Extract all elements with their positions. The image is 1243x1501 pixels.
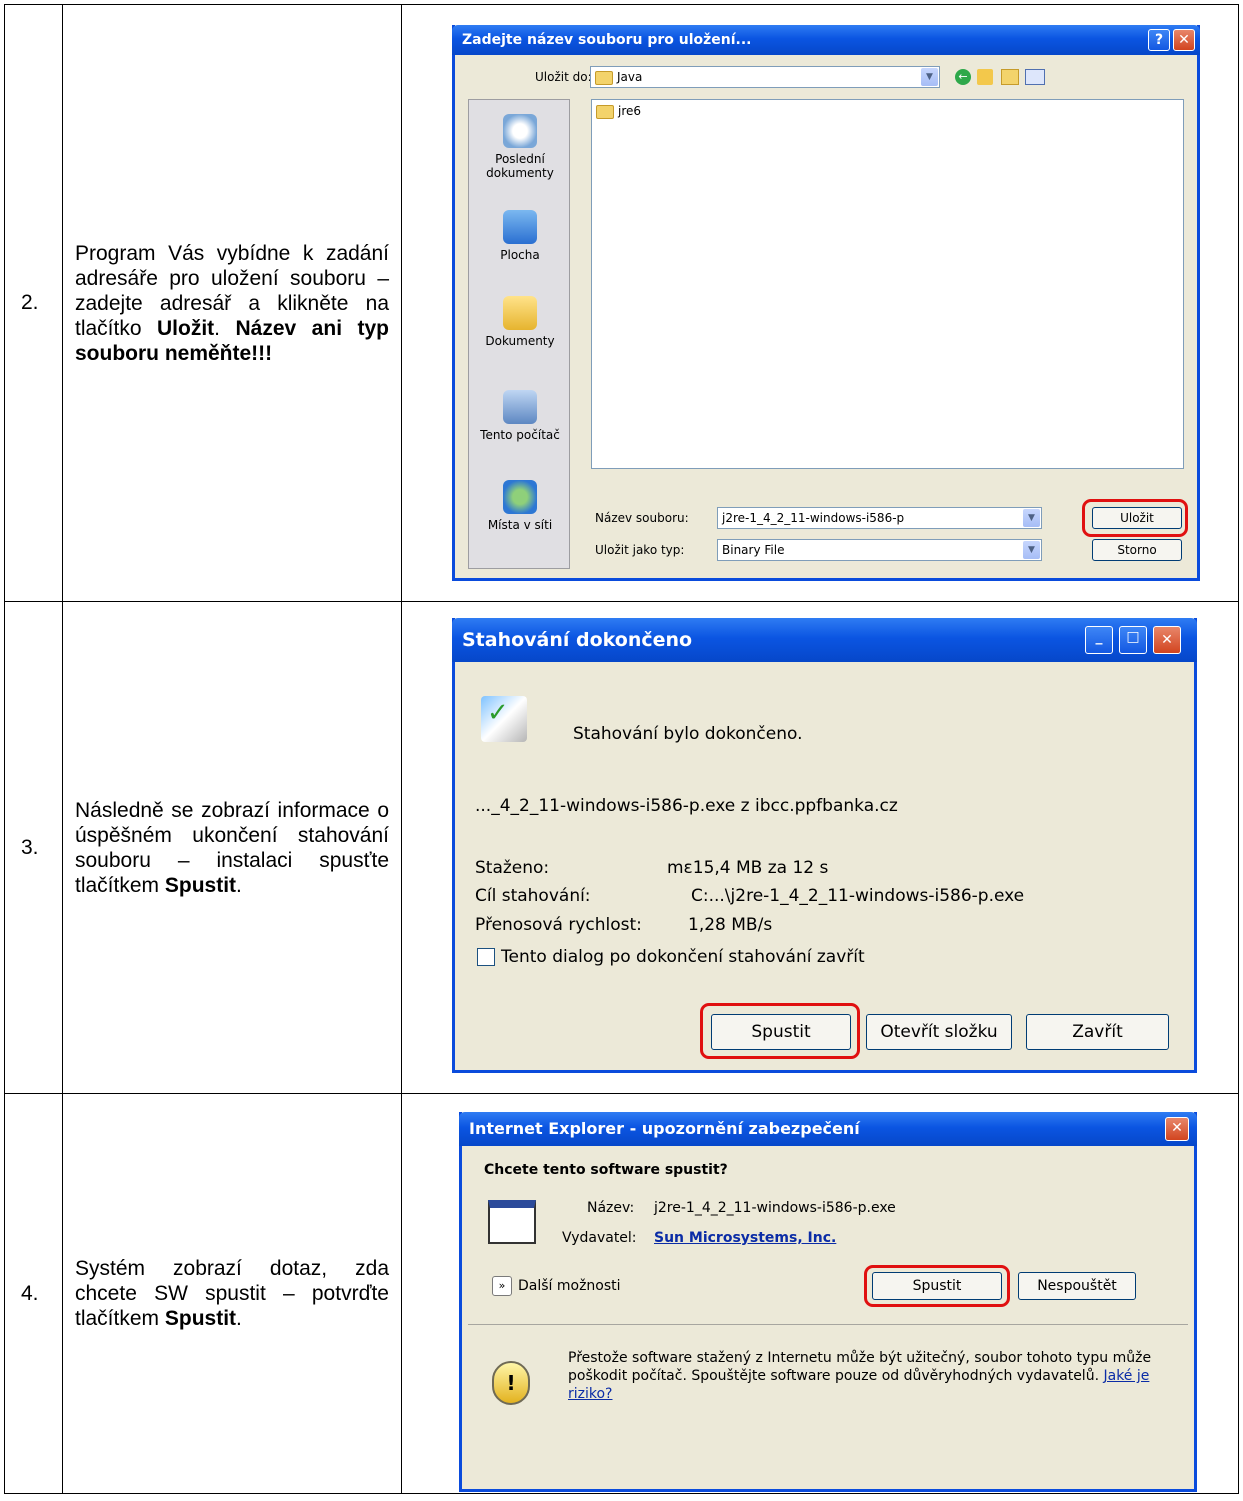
chevron-down-icon: ▼ bbox=[921, 68, 938, 86]
desktop-icon bbox=[503, 210, 537, 244]
instructions-table: 2. Program Vás vybídne k zadání adresáře… bbox=[4, 4, 1239, 1494]
network-icon bbox=[503, 480, 537, 514]
screenshot-cell: Zadejte název souboru pro uložení... ? ✕… bbox=[401, 4, 1239, 602]
table-row: 4. Systém zobrazí dotaz, zda chcete SW s… bbox=[4, 1093, 1239, 1494]
dont-run-button[interactable]: Nespouštět bbox=[1018, 1272, 1136, 1300]
place-documents[interactable]: Dokumenty bbox=[469, 296, 571, 348]
open-folder-button[interactable]: Otevřít složku bbox=[866, 1014, 1012, 1050]
filename-input[interactable]: j2re-1_4_2_11-windows-i586-p ▼ bbox=[717, 507, 1042, 529]
list-item[interactable]: jre6 bbox=[596, 104, 641, 119]
name-label: Název: bbox=[587, 1200, 635, 1216]
publisher-label: Vydavatel: bbox=[562, 1230, 637, 1246]
step-description: Následně se zobrazí informace o úspěšném… bbox=[62, 601, 402, 1094]
close-button[interactable]: ✕ bbox=[1153, 626, 1181, 654]
download-dialog-titlebar: Stahování dokončeno _ □ ✕ bbox=[452, 618, 1197, 662]
dialog-title: Zadejte název souboru pro uložení... bbox=[462, 32, 752, 48]
save-dialog: Zadejte název souboru pro uložení... ? ✕… bbox=[452, 25, 1200, 581]
warning-text: Přestože software stažený z Internetu mů… bbox=[568, 1350, 1152, 1402]
computer-icon bbox=[503, 390, 537, 424]
security-dialog-titlebar: Internet Explorer - upozornění zabezpeče… bbox=[459, 1112, 1197, 1146]
filetype-select[interactable]: Binary File ▼ bbox=[717, 539, 1042, 561]
table-row: 3. Následně se zobrazí informace o úspěš… bbox=[4, 601, 1239, 1094]
step-number: 4. bbox=[4, 1093, 63, 1494]
checkbox-label: Tento dialog po dokončení stahování zavř… bbox=[501, 947, 865, 967]
security-warning-dialog: Internet Explorer - upozornění zabezpeče… bbox=[459, 1112, 1197, 1492]
folder-icon bbox=[596, 104, 614, 119]
new-folder-icon[interactable] bbox=[1001, 69, 1019, 85]
downloaded-value: mε15,4 MB za 12 s bbox=[667, 858, 829, 878]
status-text: Stahování bylo dokončeno. bbox=[573, 724, 803, 744]
recent-documents-icon bbox=[503, 114, 537, 148]
place-computer[interactable]: Tento počítač bbox=[469, 390, 571, 442]
download-complete-dialog: Stahování dokončeno _ □ ✕ ✓ Stahování by… bbox=[452, 618, 1197, 1073]
target-value: C:...\j2re-1_4_2_11-windows-i586-p.exe bbox=[691, 886, 1025, 906]
warning-panel: ! Přestože software stažený z Internetu … bbox=[468, 1324, 1188, 1483]
dialog-title: Stahování dokončeno bbox=[462, 629, 693, 651]
view-menu-icon[interactable] bbox=[1025, 69, 1045, 85]
question-text: Chcete tento software spustit? bbox=[484, 1162, 728, 1178]
step-description: Systém zobrazí dotaz, zda chcete SW spus… bbox=[62, 1093, 402, 1494]
more-options-label[interactable]: Další možnosti bbox=[518, 1278, 621, 1294]
chevron-down-icon: ▼ bbox=[1023, 541, 1040, 559]
highlight-ring bbox=[864, 1265, 1010, 1307]
documents-folder-icon bbox=[503, 296, 537, 330]
warning-shield-icon: ! bbox=[492, 1361, 530, 1405]
step-number: 2. bbox=[4, 4, 63, 602]
cancel-button[interactable]: Storno bbox=[1092, 539, 1182, 561]
screenshot-cell: Internet Explorer - upozornění zabezpeče… bbox=[401, 1093, 1239, 1494]
close-button[interactable]: ✕ bbox=[1173, 29, 1195, 51]
file-source: ..._4_2_11-windows-i586-p.exe z ibcc.ppf… bbox=[475, 796, 898, 816]
save-in-label: Uložit do: bbox=[535, 70, 592, 84]
help-button[interactable]: ? bbox=[1148, 29, 1170, 51]
filetype-label: Uložit jako typ: bbox=[595, 543, 685, 557]
back-icon[interactable]: ← bbox=[955, 69, 971, 85]
up-folder-icon[interactable] bbox=[977, 69, 993, 85]
more-options-toggle[interactable]: » bbox=[492, 1276, 512, 1296]
close-on-complete-checkbox[interactable] bbox=[477, 948, 495, 966]
step-number: 3. bbox=[4, 601, 63, 1094]
target-label: Cíl stahování: bbox=[475, 886, 591, 906]
place-recent[interactable]: Poslední dokumenty bbox=[469, 114, 571, 180]
places-bar: Poslední dokumenty Plocha Dokumenty Tent… bbox=[468, 99, 570, 569]
rate-label: Přenosová rychlost: bbox=[475, 915, 642, 935]
minimize-button[interactable]: _ bbox=[1085, 626, 1113, 654]
download-complete-icon: ✓ bbox=[481, 696, 527, 742]
highlight-ring bbox=[1082, 499, 1188, 537]
maximize-button[interactable]: □ bbox=[1119, 626, 1147, 654]
downloaded-label: Staženo: bbox=[475, 858, 550, 878]
screenshot-cell: Stahování dokončeno _ □ ✕ ✓ Stahování by… bbox=[401, 601, 1239, 1094]
close-dialog-button[interactable]: Zavřít bbox=[1026, 1014, 1169, 1050]
chevron-down-icon: ▼ bbox=[1023, 509, 1040, 527]
highlight-ring bbox=[700, 1003, 860, 1059]
folder-icon bbox=[595, 70, 613, 85]
table-row: 2. Program Vás vybídne k zadání adresáře… bbox=[4, 4, 1239, 602]
close-button[interactable]: ✕ bbox=[1165, 1117, 1189, 1141]
rate-value: 1,28 MB/s bbox=[688, 915, 773, 935]
place-network[interactable]: Místa v síti bbox=[469, 480, 571, 532]
program-window-icon bbox=[488, 1200, 536, 1244]
save-in-select[interactable]: Java ▼ bbox=[590, 66, 940, 88]
name-value: j2re-1_4_2_11-windows-i586-p.exe bbox=[654, 1200, 896, 1216]
file-list[interactable]: jre6 bbox=[591, 99, 1184, 469]
save-dialog-titlebar: Zadejte název souboru pro uložení... ? ✕ bbox=[452, 25, 1200, 55]
filename-label: Název souboru: bbox=[595, 511, 689, 525]
step-description: Program Vás vybídne k zadání adresáře pr… bbox=[62, 4, 402, 602]
place-desktop[interactable]: Plocha bbox=[469, 210, 571, 262]
dialog-title: Internet Explorer - upozornění zabezpeče… bbox=[469, 1119, 860, 1138]
publisher-link[interactable]: Sun Microsystems, Inc. bbox=[654, 1230, 836, 1246]
